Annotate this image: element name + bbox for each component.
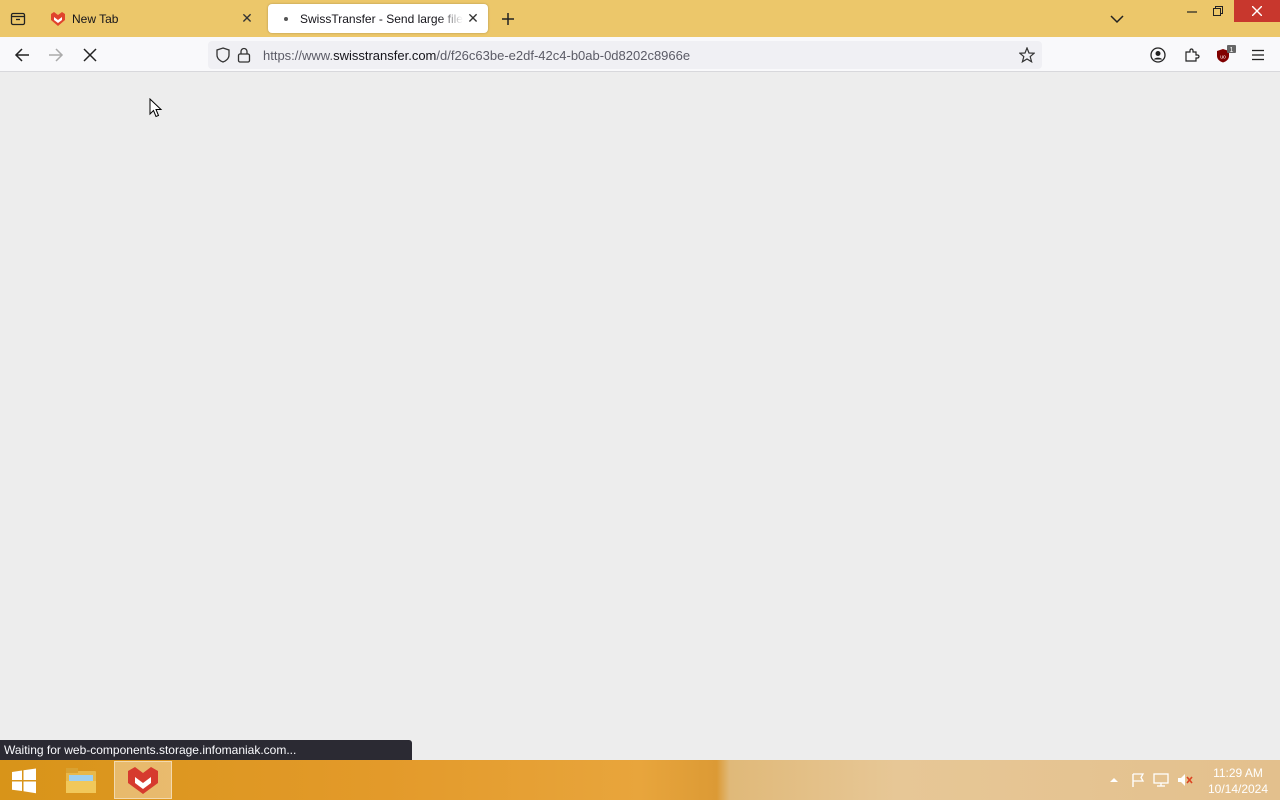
clock-time: 11:29 AM	[1213, 766, 1263, 780]
plus-icon	[502, 13, 514, 25]
firefox-view-button[interactable]	[4, 6, 32, 32]
restore-button[interactable]	[1204, 0, 1232, 22]
new-tab-button[interactable]	[496, 7, 520, 31]
chevron-down-icon	[1110, 15, 1124, 24]
page-content	[0, 72, 1280, 760]
account-button[interactable]	[1144, 41, 1172, 69]
tab-swisstransfer[interactable]: SwissTransfer - Send large files ✕	[268, 4, 488, 33]
navigation-toolbar: https://www.swisstransfer.com/d/f26c63be…	[0, 37, 1280, 72]
firefox-view-icon	[10, 12, 26, 26]
tab-close-button[interactable]: ✕	[237, 9, 257, 29]
forward-button[interactable]	[42, 41, 70, 69]
ublock-origin-button[interactable]: uo 1	[1212, 41, 1240, 69]
minimize-icon	[1187, 11, 1197, 13]
arrow-right-icon	[49, 48, 64, 62]
hamburger-menu-icon	[1252, 49, 1264, 61]
stop-loading-button[interactable]	[76, 41, 104, 69]
tab-title: SwissTransfer - Send large files	[300, 11, 463, 26]
address-bar[interactable]: https://www.swisstransfer.com/d/f26c63be…	[208, 41, 1042, 69]
bookmark-star-icon[interactable]	[1018, 46, 1036, 64]
tab-new-tab[interactable]: New Tab ✕	[40, 4, 262, 33]
firefox-fox-icon	[128, 767, 158, 794]
url-text[interactable]: https://www.swisstransfer.com/d/f26c63be…	[263, 48, 690, 63]
app-menu-button[interactable]	[1244, 41, 1272, 69]
url-prefix: https://www.	[263, 47, 334, 63]
windows-logo-icon	[12, 768, 36, 794]
action-center-flag-icon[interactable]	[1128, 768, 1148, 792]
show-hidden-icons-button[interactable]	[1104, 768, 1124, 792]
close-icon	[1252, 6, 1262, 16]
list-all-tabs-button[interactable]	[1104, 7, 1130, 31]
ublock-shield-icon: uo 1	[1217, 45, 1236, 63]
network-icon[interactable]	[1151, 768, 1171, 792]
account-icon	[1150, 47, 1166, 63]
window-close-button[interactable]	[1234, 0, 1280, 22]
arrow-left-icon	[14, 48, 29, 62]
extensions-button[interactable]	[1178, 41, 1206, 69]
ublock-badge: 1	[1230, 47, 1234, 54]
tracking-protection-shield-icon[interactable]	[212, 47, 234, 63]
taskbar: 11:29 AM 10/14/2024	[0, 760, 1280, 800]
restore-icon	[1213, 6, 1223, 16]
mouse-cursor-icon	[149, 98, 163, 118]
firefox-fox-icon	[50, 11, 66, 27]
tab-title: New Tab	[72, 11, 119, 26]
stop-icon	[83, 48, 97, 62]
loading-dot-icon	[278, 11, 294, 27]
volume-muted-icon[interactable]	[1175, 768, 1195, 792]
url-path: /d/f26c63be-e2df-42c4-b0ab-0d8202c8966e	[436, 47, 691, 63]
system-clock[interactable]: 11:29 AM 10/14/2024	[1198, 765, 1278, 797]
chevron-up-icon	[1110, 778, 1118, 782]
taskbar-firefox[interactable]	[114, 761, 172, 799]
status-panel: Waiting for web-components.storage.infom…	[0, 740, 412, 760]
folder-icon	[66, 768, 96, 793]
tab-close-button[interactable]: ✕	[463, 9, 483, 29]
taskbar-file-explorer[interactable]	[52, 761, 110, 799]
svg-text:uo: uo	[1220, 55, 1226, 61]
clock-date: 10/14/2024	[1207, 782, 1269, 796]
minimize-button[interactable]	[1178, 0, 1206, 22]
back-button[interactable]	[8, 41, 36, 69]
tab-strip: New Tab ✕ SwissTransfer - Send large fil…	[0, 0, 1280, 37]
puzzle-icon	[1185, 48, 1200, 62]
lock-icon[interactable]	[234, 47, 254, 63]
url-host: swisstransfer.com	[333, 47, 437, 63]
start-button[interactable]	[4, 764, 44, 798]
